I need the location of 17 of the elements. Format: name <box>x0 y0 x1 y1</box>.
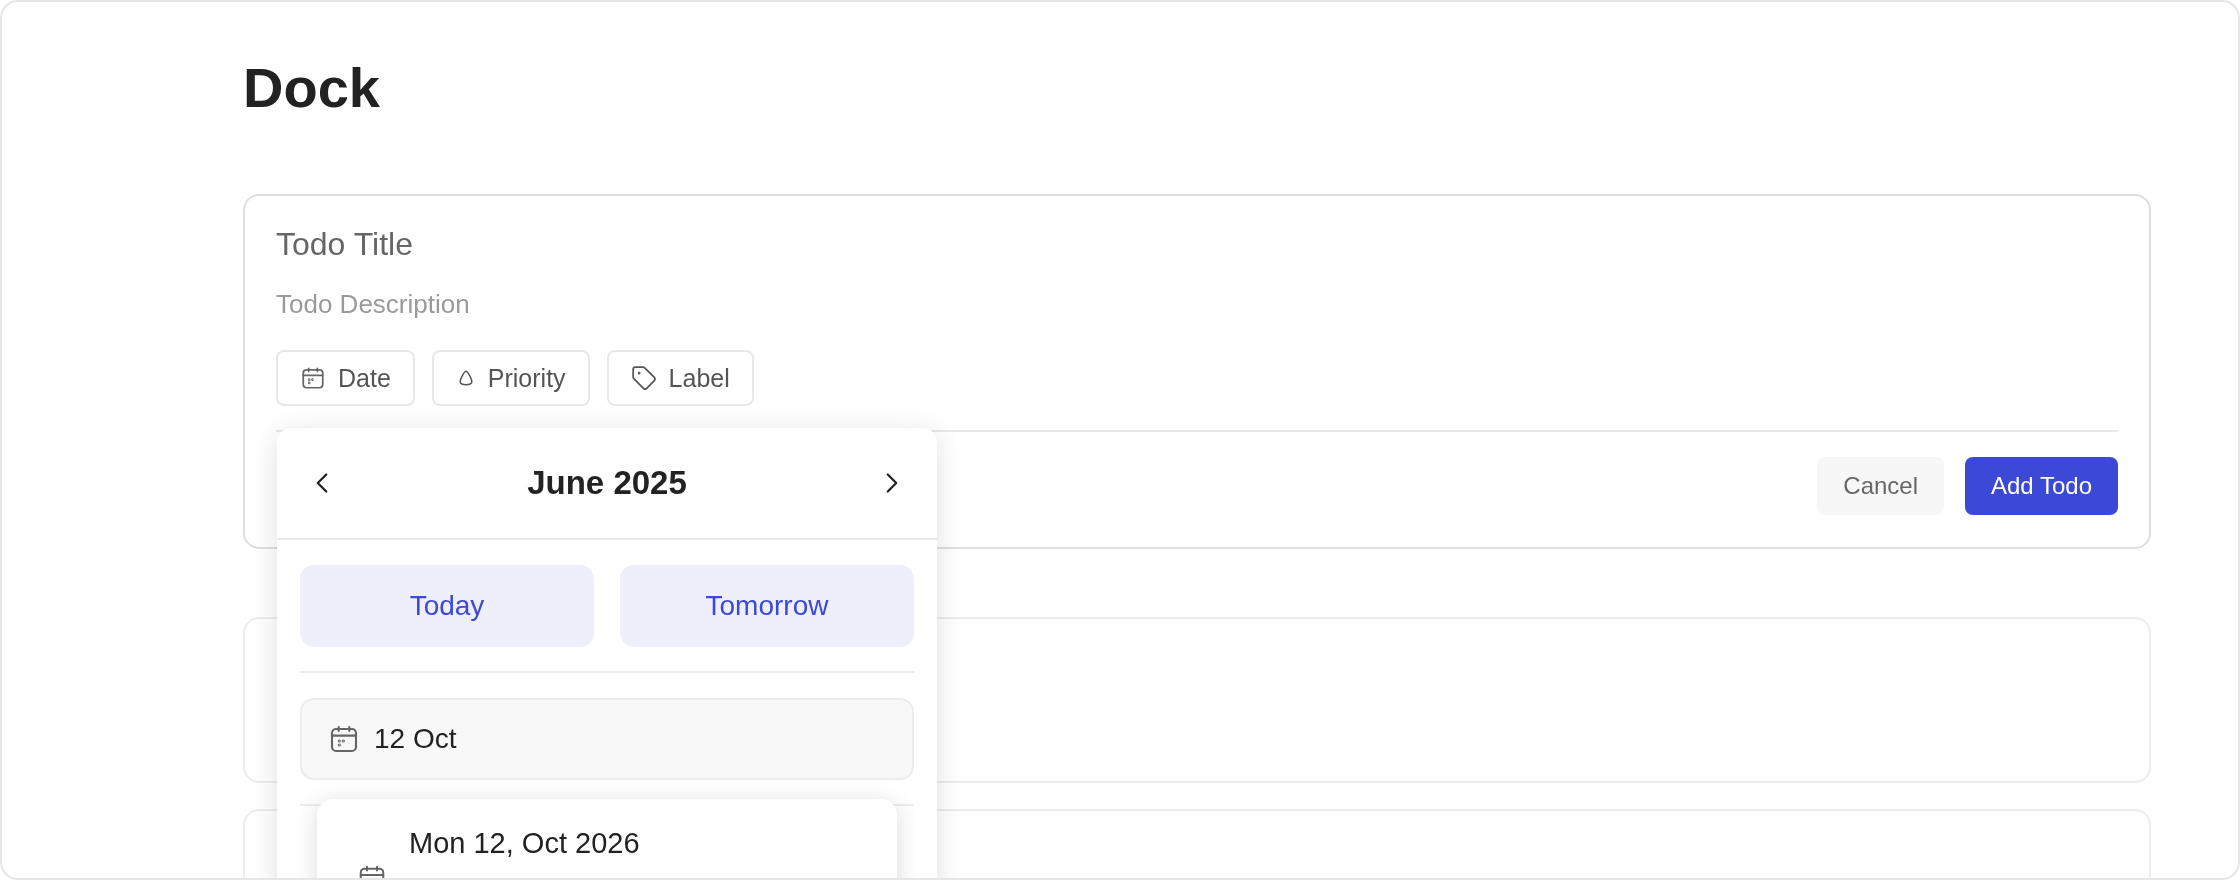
date-chip-button[interactable]: Date <box>276 350 415 406</box>
cancel-button[interactable]: Cancel <box>1817 457 1944 515</box>
title-input-field[interactable]: Todo Title <box>276 224 2118 264</box>
priority-chip-button[interactable]: Priority <box>431 350 590 406</box>
month-title: June 2025 <box>527 464 687 502</box>
calendar-icon <box>300 365 326 391</box>
add-todo-button[interactable]: Add Todo <box>1965 457 2118 515</box>
quick-date-button[interactable]: Tomorrow <box>620 565 914 647</box>
description-input-field[interactable]: Todo Description <box>276 286 2118 322</box>
tag-icon <box>630 365 657 391</box>
page-title: Dock <box>243 55 381 121</box>
label-chip-button[interactable]: Label <box>606 350 754 406</box>
date-text-input[interactable]: 12 Oct <box>374 723 886 755</box>
date-suggestion-item[interactable]: Mon 12, Oct 2026 <box>317 799 897 878</box>
calendar-icon <box>328 723 360 755</box>
date-input-field[interactable]: 12 Oct <box>300 698 914 780</box>
quick-date-button[interactable]: Today <box>300 565 594 647</box>
